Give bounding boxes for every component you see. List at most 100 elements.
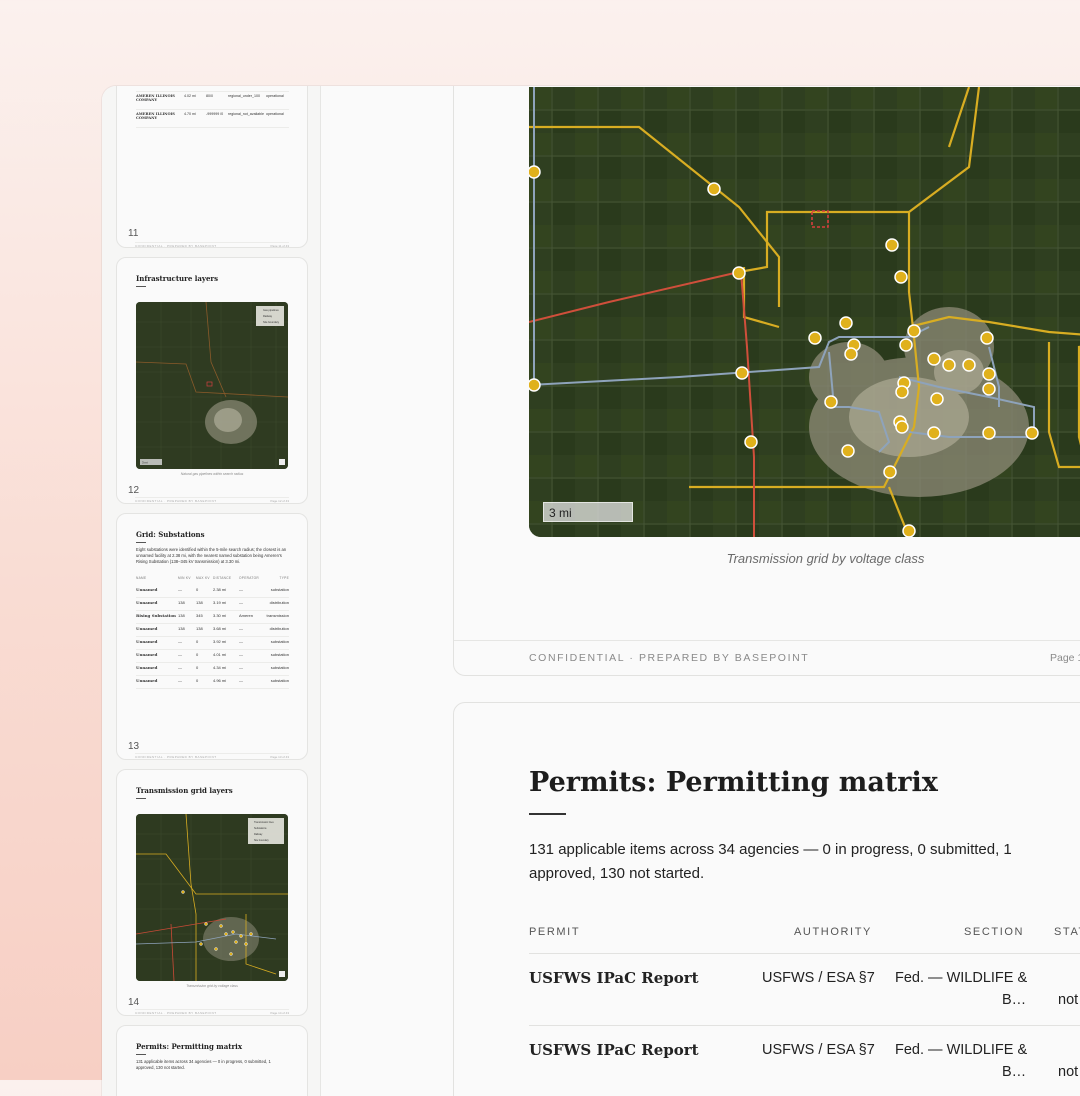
row-cell-dist: 4.70 mi [184,112,196,116]
row-cell-dist: 4.01 mi [213,652,227,657]
page-thumbnail-12[interactable]: Infrastructure layers Gas pipelines Rail… [116,257,308,504]
row-cell-type: substation [270,665,289,670]
thumbnail-footer-rule [135,497,289,498]
permit-authority: USFWS / ESA §7 [762,1042,875,1058]
row-cell-status: operational [266,112,284,116]
app-window: AMEREN ILLINOIS COMPANY3.27 mi345/0regio… [102,86,1080,1096]
page-number: 11 [128,228,139,239]
permit-section-cont: B… [1002,1064,1027,1080]
thumbnail-paragraph: 131 applicable items across 34 agencies … [136,1059,271,1070]
thumbnail-footer-page: Page 14 of 43 [270,1011,289,1015]
row-cell-max: 0 [196,639,199,644]
row-cell-type: substation [270,652,289,657]
row-cell-type: substation [270,587,289,592]
document-viewer[interactable]: 3 mi Transmission grid by voltage class … [320,86,1080,1096]
row-cell-op: — [239,639,243,644]
row-cell-max: 0 [196,652,199,657]
row-cell-class: regional_under_100 [228,94,260,98]
row-cell-op: — [239,652,243,657]
row-cell-op: — [239,626,243,631]
substation-row: Unnamed — 0 3.92 mi — substation [136,636,289,650]
row-cell-op: — [239,600,243,605]
row-cell-min: — [178,587,182,592]
page-footer: CONFIDENTIAL · PREPARED BY BASEPOINT [529,652,810,664]
thumbnail-footer-page: Page 11 of 43 [270,244,289,248]
thumbnail-paragraph: Eight substations were identified within… [136,547,287,564]
row-cell-dist: 2.38 mi [213,587,227,592]
transmission-map: Transmission lines Substations Railway S… [136,814,288,981]
substation-row: Unnamed — 0 2.38 mi — substation [136,584,289,598]
page-thumbnail-sidebar[interactable]: AMEREN ILLINOIS COMPANY3.27 mi345/0regio… [102,86,321,1096]
col-header-section: SECTION [964,926,1025,938]
thumbnail-footer-page: Page 12 of 43 [270,499,289,503]
row-cell-dist: 3.19 mi [213,600,227,605]
legend-item: Substations [254,827,267,830]
row-cell-name: Unnamed [136,678,158,683]
page-thumbnail-15[interactable]: Permits: Permitting matrix 131 applicabl… [116,1025,308,1096]
page-thumbnail-14[interactable]: Transmission grid layers Transmission li… [116,769,308,1016]
title-rule [136,798,146,799]
row-cell-name: Unnamed [136,652,158,657]
transmission-row: AMEREN ILLINOIS COMPANY 4.70 mi -999999 /0… [136,111,289,128]
row-divider [529,1025,1080,1026]
page-thumbnail-13[interactable]: Grid: Substations Eight substations were… [116,513,308,760]
row-cell-type: substation [270,639,289,644]
thumbnail-footer: CONFIDENTIAL · PREPARED BY BASEPOINT [135,499,217,503]
col-header-status: STATUS [1054,926,1080,938]
row-cell-op: — [239,665,243,670]
col-name: NAME [136,576,147,580]
page-number: 12 [128,485,140,496]
page-footer-rule [454,640,1080,641]
row-cell-class: regional_not_available [228,112,264,116]
row-cell-min: — [178,678,182,683]
permit-authority: USFWS / ESA §7 [762,970,875,986]
page-number: 14 [128,997,140,1008]
scale-label: 3 mi [142,461,148,465]
thumbnail-caption: Transmission grid by voltage class [186,984,238,988]
thumbnail-footer: CONFIDENTIAL · PREPARED BY BASEPOINT [135,244,217,248]
substation-row: Rising Substation 138 345 3.30 mi Ameren tran… [136,610,289,624]
thumbnail-map: Transmission lines Substations Railway S… [136,814,288,981]
thumbnail-footer-page: Page 13 of 43 [270,755,289,759]
row-cell-min: — [178,639,182,644]
infrastructure-map: Gas pipelines Railway Site boundary 3 mi [136,302,288,469]
row-cell-name: AMEREN ILLINOIS COMPANY [136,94,175,102]
permit-section: Fed. — WILDLIFE & [895,970,1028,986]
legend-item: Railway [263,314,273,318]
row-cell-min: 138 [178,613,185,618]
page-number: 13 [128,741,140,752]
thumbnail-caption: Natural gas pipelines within search radi… [180,472,244,476]
thumbnail-title: Grid: Substations [136,530,205,539]
title-rule [529,813,566,815]
row-cell-type: distribution [269,600,289,605]
permit-section: Fed. — WILDLIFE & [895,1042,1028,1058]
row-cell-dist: 4.02 mi [184,94,196,98]
row-cell-op: Ameren [239,613,254,618]
row-cell-max: 138 [196,626,203,631]
map-caption: Transmission grid by voltage class [726,551,925,566]
col-type: TYPE [279,576,289,580]
row-cell-dist: 4.34 mi [213,665,227,670]
row-cell-min: 138 [178,626,185,631]
row-cell-status: operational [266,94,284,98]
permit-name: USFWS IPaC Report [529,1041,699,1059]
transmission-row: AMEREN ILLINOIS COMPANY 4.02 mi 80/0 region… [136,93,289,110]
thumbnail-title: Transmission grid layers [136,786,233,795]
thumbnail-title: Infrastructure layers [136,274,219,283]
row-cell-min: 138 [178,600,185,605]
transmission-grid-map[interactable]: 3 mi [529,87,1080,537]
col-distance: DISTANCE [213,576,232,580]
row-cell-max: 0 [196,678,199,683]
title-rule [136,542,146,543]
document-page-14: 3 mi Transmission grid by voltage class … [453,86,1080,676]
row-cell-min: — [178,665,182,670]
map-scale-bar: 3 mi [543,502,633,522]
permit-status: not started [1058,992,1080,1008]
substation-row: Unnamed — 0 4.01 mi — substation [136,649,289,663]
page-thumbnail-11[interactable]: AMEREN ILLINOIS COMPANY3.27 mi345/0regio… [116,86,308,248]
substation-table-header: NAME MIN KV MAX KV DISTANCE OPERATOR TYP… [136,574,289,582]
legend-item: Site boundary [254,839,270,842]
legend-item: Gas pipelines [263,308,279,312]
row-cell-op: — [239,587,243,592]
row-cell-name: Unnamed [136,665,158,670]
